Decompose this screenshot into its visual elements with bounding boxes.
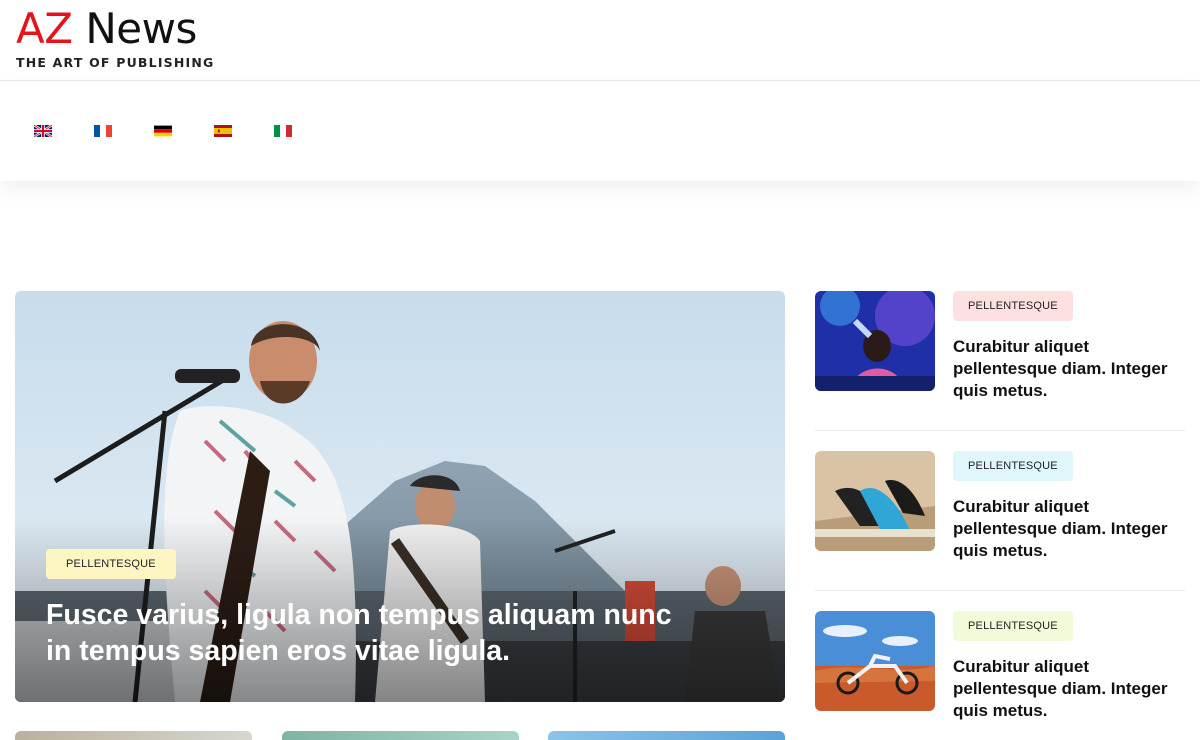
article-card-thumbnail[interactable] <box>548 731 785 740</box>
surfboard-fins-image <box>815 451 935 551</box>
germany-flag-icon[interactable] <box>154 125 172 137</box>
site-logo[interactable]: AZ News THE ART OF PUBLISHING <box>16 6 215 71</box>
italy-flag-icon[interactable] <box>274 125 292 137</box>
side-post-title[interactable]: Curabitur aliquet pellentesque diam. Int… <box>953 656 1185 722</box>
logo-tagline: THE ART OF PUBLISHING <box>16 55 215 70</box>
concert-crowd-image <box>815 291 935 391</box>
side-post-category-badge[interactable]: PELLENTESQUE <box>953 451 1073 481</box>
divider <box>815 430 1185 431</box>
logo-wordmark: AZ News <box>16 6 215 52</box>
logo-az: AZ <box>16 4 73 53</box>
side-post-3[interactable]: PELLENTESQUE Curabitur aliquet pellentes… <box>815 611 1185 740</box>
side-post-thumbnail[interactable] <box>815 611 935 711</box>
logo-news: News <box>85 4 197 53</box>
desert-motorbike-image <box>815 611 935 711</box>
language-bar <box>0 81 1200 181</box>
featured-category-badge[interactable]: PELLENTESQUE <box>46 549 176 579</box>
article-card-thumbnail[interactable] <box>282 731 519 740</box>
site-header: AZ News THE ART OF PUBLISHING <box>0 0 1200 81</box>
spain-flag-icon[interactable] <box>214 125 232 137</box>
divider <box>815 590 1185 591</box>
france-flag-icon[interactable] <box>94 125 112 137</box>
side-post-title[interactable]: Curabitur aliquet pellentesque diam. Int… <box>953 336 1185 402</box>
featured-article[interactable]: PELLENTESQUE Fusce varius, ligula non te… <box>15 291 785 702</box>
side-post-category-badge[interactable]: PELLENTESQUE <box>953 291 1073 321</box>
side-post-title[interactable]: Curabitur aliquet pellentesque diam. Int… <box>953 496 1185 562</box>
uk-flag-icon[interactable] <box>34 125 52 137</box>
side-post-1[interactable]: PELLENTESQUE Curabitur aliquet pellentes… <box>815 291 1185 431</box>
side-post-thumbnail[interactable] <box>815 291 935 391</box>
side-post-category-badge[interactable]: PELLENTESQUE <box>953 611 1073 641</box>
featured-title[interactable]: Fusce varius, ligula non tempus aliquam … <box>46 597 686 669</box>
side-post-thumbnail[interactable] <box>815 451 935 551</box>
article-card-thumbnail[interactable] <box>15 731 252 740</box>
side-post-2[interactable]: PELLENTESQUE Curabitur aliquet pellentes… <box>815 451 1185 591</box>
